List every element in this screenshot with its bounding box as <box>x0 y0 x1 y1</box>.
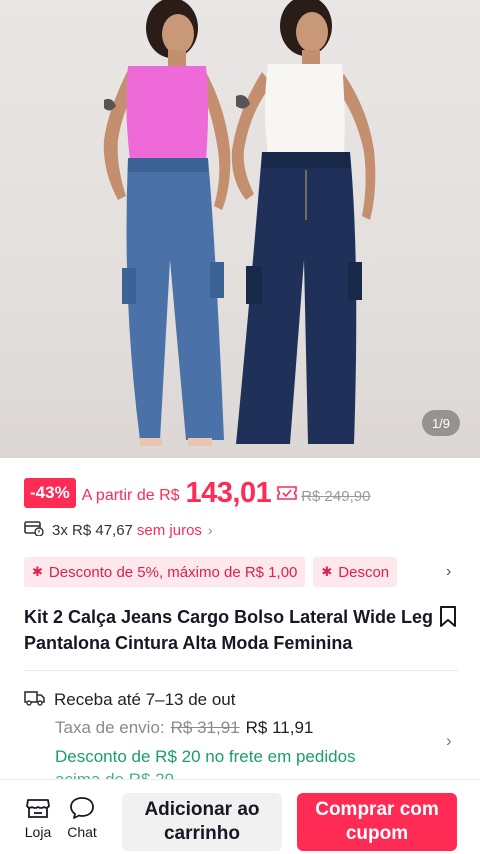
buy-with-coupon-button[interactable]: Comprar com cupom <box>297 793 457 851</box>
chevron-right-icon[interactable]: › <box>446 563 451 581</box>
promo-chip-label: Desconto de 5%, máximo de R$ 1,00 <box>48 563 298 581</box>
current-price: 143,01 <box>185 476 272 509</box>
shipping-discount-text: Desconto de R$ 20 no frete em pedidos <box>55 747 356 766</box>
store-icon <box>26 799 50 818</box>
truck-icon <box>24 689 54 712</box>
divider <box>24 670 458 671</box>
interest-free-label: sem juros <box>136 521 202 539</box>
add-to-cart-button[interactable]: Adicionar ao carrinho <box>122 793 282 851</box>
product-title: Kit 2 Calça Jeans Cargo Bolso Lateral Wi… <box>24 607 433 653</box>
coupon-ticket-icon <box>277 485 298 506</box>
store-button[interactable]: Loja <box>18 796 58 840</box>
delivery-row[interactable]: Receba até 7–13 de out <box>24 688 235 712</box>
discount-badge: -43% <box>24 478 76 508</box>
installments-row[interactable]: 3x R$ 47,67 sem juros › <box>24 519 213 541</box>
chat-icon <box>70 797 94 819</box>
delivery-estimate: Receba até 7–13 de out <box>54 690 236 709</box>
installment-card-icon <box>24 520 44 540</box>
product-image[interactable]: 1/9 <box>0 0 480 458</box>
discount-tag-icon: ✱ <box>32 564 43 579</box>
store-label: Loja <box>24 824 52 840</box>
installment-text: 3x R$ 47,67 <box>52 521 133 539</box>
price-row: -43% A partir de R$ 143,01 R$ 249,90 <box>24 476 370 510</box>
discount-tag-icon: ✱ <box>321 564 333 579</box>
product-photo-illustration <box>103 0 376 446</box>
original-price: R$ 249,90 <box>301 487 371 505</box>
from-price-label: A partir de R$ <box>81 487 180 504</box>
image-counter: 1/9 <box>422 410 460 436</box>
chevron-right-icon[interactable]: › <box>446 731 452 751</box>
bookmark-icon[interactable] <box>438 605 458 634</box>
promo-chip[interactable]: ✱ Desconto de 5%, máximo de R$ 1,00 <box>24 557 306 587</box>
shipping-fee-old: R$ 31,91 <box>170 718 240 737</box>
chevron-right-icon: › <box>207 522 213 538</box>
chat-label: Chat <box>67 824 97 840</box>
promo-chips: ✱ Desconto de 5%, máximo de R$ 1,00 ✱ De… <box>24 557 442 587</box>
promo-chip-label: Descon <box>338 563 390 581</box>
promo-chip[interactable]: ✱ Descon <box>313 557 398 587</box>
bottom-action-bar: Loja Chat Adicionar ao carrinho Comprar … <box>0 779 480 854</box>
shipping-fee-label: Taxa de envio: <box>55 718 165 737</box>
shipping-fee-new: R$ 11,91 <box>245 718 314 737</box>
shipping-fee-row: Taxa de envio: R$ 31,91 R$ 11,91 <box>55 718 313 738</box>
chat-button[interactable]: Chat <box>62 796 102 840</box>
